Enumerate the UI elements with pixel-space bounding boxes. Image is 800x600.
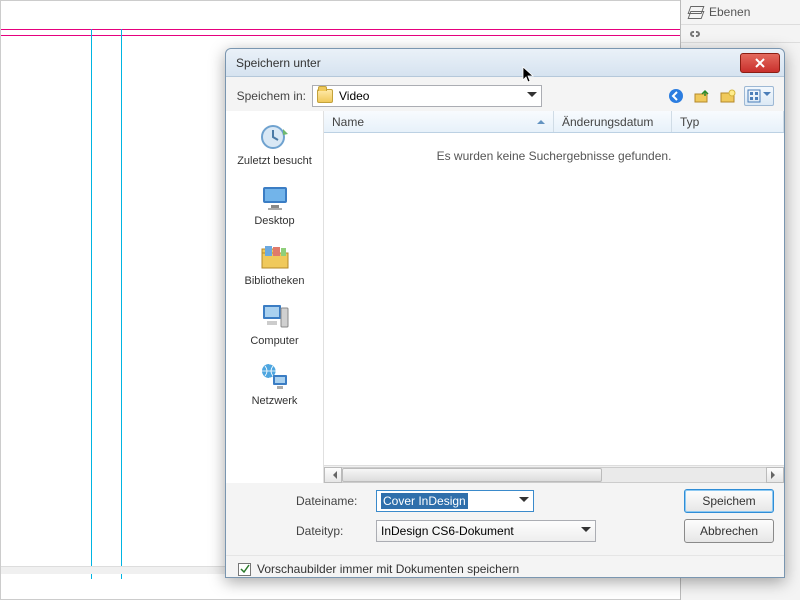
new-folder-icon [720, 88, 736, 104]
place-libraries[interactable]: Bibliotheken [226, 237, 323, 291]
place-computer[interactable]: Computer [226, 297, 323, 351]
dialog-title: Speichern unter [236, 56, 740, 70]
save-in-label: Speichem in: [236, 89, 306, 103]
empty-message: Es wurden keine Suchergebnisse gefunden. [437, 149, 672, 163]
panel-item-layers[interactable]: Ebenen [681, 0, 800, 25]
folder-up-icon [694, 88, 710, 104]
chevron-down-icon [763, 92, 771, 100]
scroll-thumb[interactable] [342, 468, 602, 482]
column-name[interactable]: Name [324, 111, 554, 132]
libraries-icon [259, 241, 291, 273]
filename-label: Dateiname: [296, 494, 368, 508]
filetype-label: Dateityp: [296, 524, 368, 538]
save-in-row: Speichem in: Video [226, 77, 784, 111]
nav-icons [666, 86, 774, 106]
main-area: Zuletzt besucht Desktop Bibliotheken Com… [226, 111, 784, 483]
list-body[interactable]: Es wurden keine Suchergebnisse gefunden. [324, 133, 784, 465]
list-header: Name Änderungsdatum Typ [324, 111, 784, 133]
filename-input[interactable]: Cover InDesign [376, 490, 534, 512]
back-icon [668, 88, 684, 104]
filetype-value: InDesign CS6-Dokument [381, 524, 514, 538]
link-icon [687, 26, 703, 42]
column-type[interactable]: Typ [672, 111, 784, 132]
thumbnail-checkbox-row[interactable]: Vorschaubilder immer mit Dokumenten spei… [226, 555, 784, 582]
checkbox[interactable] [238, 563, 251, 576]
new-folder-button[interactable] [718, 86, 738, 106]
file-list: Name Änderungsdatum Typ Es wurden keine … [324, 111, 784, 483]
check-icon [240, 564, 250, 574]
scroll-left-button[interactable] [324, 467, 342, 483]
scroll-right-button[interactable] [766, 467, 784, 483]
chevron-left-icon [329, 471, 337, 479]
place-network[interactable]: Netzwerk [226, 357, 323, 411]
guide-vertical [121, 29, 122, 579]
filetype-combo[interactable]: InDesign CS6-Dokument [376, 520, 596, 542]
sort-asc-icon [537, 116, 545, 124]
network-icon [259, 361, 291, 393]
guide-vertical [91, 29, 92, 579]
cancel-button[interactable]: Abbrechen [684, 519, 774, 543]
back-button[interactable] [666, 86, 686, 106]
computer-icon [259, 301, 291, 333]
place-recent[interactable]: Zuletzt besucht [226, 117, 323, 171]
layers-icon [687, 4, 703, 20]
chevron-right-icon [771, 471, 779, 479]
panel-item-links[interactable] [681, 25, 800, 43]
save-in-combo[interactable]: Video [312, 85, 542, 107]
checkbox-label: Vorschaubilder immer mit Dokumenten spei… [257, 562, 519, 576]
close-icon [754, 57, 766, 69]
view-menu-button[interactable] [744, 86, 774, 106]
close-button[interactable] [740, 53, 780, 73]
horizontal-scrollbar[interactable] [324, 465, 784, 483]
save-in-value: Video [339, 89, 369, 103]
folder-icon [317, 89, 333, 103]
places-bar: Zuletzt besucht Desktop Bibliotheken Com… [226, 111, 324, 483]
chevron-down-icon [581, 527, 591, 537]
panel-label: Ebenen [709, 5, 750, 19]
save-button[interactable]: Speichem [684, 489, 774, 513]
column-date[interactable]: Änderungsdatum [554, 111, 672, 132]
place-desktop[interactable]: Desktop [226, 177, 323, 231]
scroll-track[interactable] [342, 467, 766, 483]
view-icon [747, 89, 761, 103]
desktop-icon [259, 181, 291, 213]
save-as-dialog: Speichern unter Speichem in: Video [225, 48, 785, 578]
chevron-down-icon [519, 497, 529, 507]
guide-horizontal [1, 35, 701, 36]
filename-value: Cover InDesign [381, 493, 468, 509]
guide-horizontal [1, 29, 701, 30]
dialog-bottom: Dateiname: Cover InDesign Speichem Datei… [226, 483, 784, 555]
dialog-titlebar[interactable]: Speichern unter [226, 49, 784, 77]
chevron-down-icon [527, 92, 537, 102]
recent-icon [259, 121, 291, 153]
up-button[interactable] [692, 86, 712, 106]
